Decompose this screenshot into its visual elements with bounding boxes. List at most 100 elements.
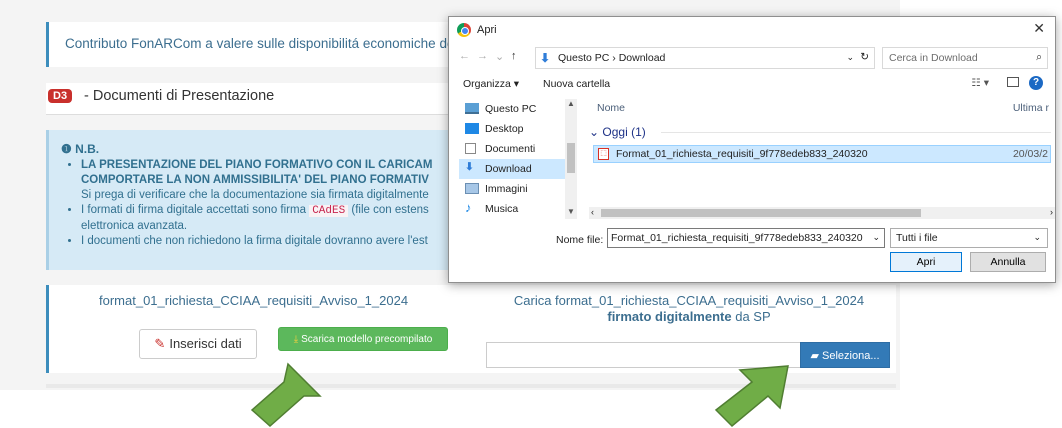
download-template-label: Scarica modello precompilato [301, 333, 433, 345]
file-row-date: 20/03/2 [1012, 148, 1048, 160]
group-divider [661, 132, 1051, 133]
file-list: Nome Ultima r ⌄ Oggi (1) ⬚ Format_01_ric… [583, 99, 1055, 219]
info-icon: ❶ [61, 142, 72, 156]
pdf-icon: ⬚ [598, 148, 609, 160]
up-icon[interactable]: ↑ [511, 50, 517, 62]
upload-instructions-suffix: da SP [731, 309, 771, 324]
file-type-value: Tutti i file [896, 232, 938, 244]
close-icon[interactable]: ✕ [1033, 20, 1045, 37]
forward-icon[interactable]: → [477, 50, 488, 62]
new-folder-button[interactable]: Nuova cartella [543, 78, 610, 90]
chevron-down-icon[interactable]: ⌄ [846, 52, 854, 63]
download-folder-icon: ⬇ [540, 51, 551, 65]
note-item2-cont: elettronica avanzata. [81, 220, 188, 232]
help-icon[interactable]: ? [1029, 76, 1043, 90]
file-row[interactable]: ⬚ Format_01_richiesta_requisiti_9f778ede… [593, 145, 1051, 163]
group-header[interactable]: ⌄ Oggi (1) [589, 125, 646, 139]
file-type-select[interactable]: Tutti i file ⌄ [890, 228, 1048, 248]
nav-item-label: Questo PC [485, 103, 537, 115]
download-icon: ⬇ [465, 161, 474, 173]
nav-pane: Questo PC Desktop Documenti ⬇ Download I… [459, 99, 577, 219]
green-arrow-icon [714, 365, 789, 428]
note-item3: I documenti che non richiedono la firma … [81, 235, 428, 247]
search-input[interactable]: Cerca in Download ⌕ [882, 47, 1048, 69]
note-item2-post: (file con estens [351, 204, 429, 216]
nav-item-download[interactable]: ⬇ Download [459, 159, 577, 179]
chrome-icon [457, 23, 471, 37]
file-name-value: Format_01_richiesta_requisiti_9f778edeb8… [611, 232, 863, 244]
note-item1-line2: COMPORTARE LA NON AMMISSIBILITA' DEL PIA… [81, 174, 429, 186]
chevron-down-icon[interactable]: ⌄ [872, 232, 880, 243]
dialog-toolbar: Organizza ▾ Nuova cartella ☷ ▾ ? [449, 73, 1055, 95]
upload-instructions-line1: Carica format_01_richiesta_CCIAA_requisi… [513, 293, 865, 308]
note-item: I formati di firma digitale accettati so… [81, 203, 475, 234]
desktop-icon [465, 123, 479, 134]
select-file-label: Seleziona... [822, 349, 880, 362]
note-item2-pre: I formati di firma digitale accettati so… [81, 204, 306, 216]
upload-panel: format_01_richiesta_CCIAA_requisiti_Avvi… [46, 285, 896, 373]
computer-icon [465, 103, 479, 114]
refresh-icon[interactable]: ↻ [860, 51, 869, 63]
document-name: format_01_richiesta_CCIAA_requisiti_Avvi… [99, 293, 409, 308]
note-heading-text: N.B. [75, 142, 100, 156]
organize-menu[interactable]: Organizza ▾ [463, 78, 519, 90]
file-list-header: Nome Ultima r [583, 99, 1055, 117]
nav-scrollbar[interactable]: ▲ ▼ [565, 99, 577, 219]
nav-item-immagini[interactable]: Immagini [459, 179, 577, 199]
address-bar[interactable]: ⬇ Questo PC › Download ⌄ ↻ [535, 47, 875, 69]
section-badge: D3 [48, 89, 73, 103]
open-file-dialog: Apri ✕ ← → ⌄ ↑ ⬇ Questo PC › Download ⌄ … [448, 16, 1056, 283]
nav-item-questo-pc[interactable]: Questo PC [459, 99, 577, 119]
section-title: - Documenti di Presentazione [84, 88, 275, 104]
scroll-up-icon[interactable]: ▲ [567, 99, 575, 108]
documents-icon [465, 143, 476, 154]
contribution-text: Contributo FonARCom a valere sulle dispo… [65, 36, 455, 51]
download-template-button[interactable]: ⤓ Scarica modello precompilato [278, 327, 448, 351]
dialog-title: Apri [477, 24, 497, 36]
recent-dropdown-icon[interactable]: ⌄ [495, 50, 504, 63]
scroll-left-icon[interactable]: ‹ [591, 207, 594, 217]
nav-item-label: Immagini [485, 183, 528, 195]
scrollbar-thumb[interactable] [567, 143, 575, 173]
insert-data-button[interactable]: ✎ Inserisci dati [139, 329, 257, 359]
address-row: ← → ⌄ ↑ ⬇ Questo PC › Download ⌄ ↻ Cerca… [449, 47, 1055, 69]
nav-item-documenti[interactable]: Documenti [459, 139, 577, 159]
note-heading: ❶ N.B. [61, 142, 99, 156]
address-path: Questo PC › Download [558, 52, 666, 64]
cancel-button[interactable]: Annulla [970, 252, 1046, 272]
scroll-right-icon[interactable]: › [1050, 207, 1053, 217]
back-icon[interactable]: ← [459, 50, 470, 62]
open-button[interactable]: Apri [890, 252, 962, 272]
upload-instructions-bold: firmato digitalmente [607, 309, 732, 324]
images-icon [465, 183, 479, 194]
preview-pane-icon[interactable] [1007, 77, 1019, 87]
search-placeholder: Cerca in Download [889, 52, 978, 64]
note-item1-line1: LA PRESENTAZIONE DEL PIANO FORMATIVO CON… [81, 159, 433, 171]
dialog-titlebar: Apri ✕ [449, 17, 1055, 45]
scroll-down-icon[interactable]: ▼ [567, 207, 575, 216]
select-file-button[interactable]: ▰ Seleziona... [800, 342, 890, 368]
upload-instructions: Carica format_01_richiesta_CCIAA_requisi… [489, 293, 889, 325]
note-item1-sub: Si prega di verificare che la documentaz… [81, 189, 429, 201]
folder-open-icon: ▰ [810, 349, 819, 362]
search-icon: ⌕ [1036, 51, 1042, 63]
note-item: I documenti che non richiedono la firma … [81, 234, 475, 249]
file-name-label: Nome file: [556, 234, 604, 246]
insert-data-label: Inserisci dati [169, 336, 242, 351]
nav-item-musica[interactable]: ♪ Musica [459, 199, 577, 219]
scrollbar-thumb[interactable] [601, 209, 921, 217]
nav-item-desktop[interactable]: Desktop [459, 119, 577, 139]
file-name-input[interactable]: Format_01_richiesta_requisiti_9f778edeb8… [607, 228, 885, 248]
pencil-icon: ✎ [154, 336, 166, 351]
group-label: Oggi (1) [602, 125, 646, 139]
nav-item-label: Desktop [485, 123, 524, 135]
green-arrow-icon [250, 362, 322, 428]
horizontal-scrollbar[interactable]: ‹ › [589, 207, 1055, 219]
column-name[interactable]: Nome [597, 102, 625, 114]
view-options-icon[interactable]: ☷ ▾ [971, 77, 989, 89]
nav-item-label: Download [485, 163, 532, 175]
note-item: LA PRESENTAZIONE DEL PIANO FORMATIVO CON… [81, 158, 475, 203]
cades-code: CAdES [309, 205, 349, 217]
nav-item-label: Documenti [485, 143, 536, 155]
column-date[interactable]: Ultima r [1013, 102, 1049, 114]
